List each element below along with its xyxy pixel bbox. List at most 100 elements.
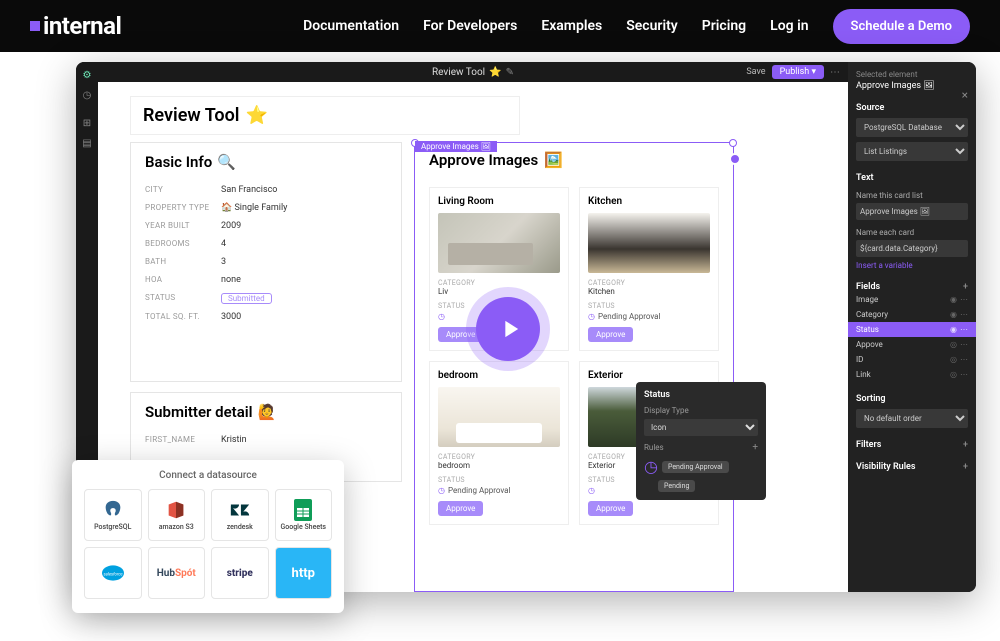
display-type-select[interactable]: Icon [644,419,758,436]
sorting-section-header: Sorting [856,394,968,404]
add-component-icon[interactable]: ⊞ [81,118,93,130]
nav-examples[interactable]: Examples [541,18,602,34]
publish-button[interactable]: Publish ▾ [772,65,824,79]
eye-icon: ◉ [950,310,957,319]
nav-security[interactable]: Security [626,18,678,34]
sorting-select[interactable]: No default order [856,409,968,428]
field-row-category[interactable]: Category◉⋯ [856,307,968,322]
field-row-link[interactable]: Link◎⋯ [856,367,968,382]
google-sheets-icon [292,499,314,521]
field-row-image[interactable]: Image◉⋯ [856,292,968,307]
brand-text: internal [43,12,121,40]
person-icon: 🙋 [258,403,277,421]
clock-icon: ◷ [644,457,658,476]
visibility-section-header: Visibility Rules [856,462,916,472]
basic-info-panel[interactable]: Basic Info 🔍 CITYSan Francisco PROPERTY … [130,142,402,382]
approve-button[interactable]: Approve [438,501,483,516]
source-section-header: Source [856,103,968,113]
close-icon[interactable]: × [962,88,968,102]
popover-title: Status [644,390,758,400]
card-image [588,213,710,273]
submitter-header: Submitter detail [145,403,253,421]
zendesk-icon [229,499,251,521]
image-icon: 🖼️ [544,151,563,169]
canvas-topbar: Review Tool ⭐ ✎ Save Publish ▾ ⋯ [98,62,848,82]
play-video-button[interactable] [476,297,540,361]
datasource-hubspot[interactable]: HubSpót [148,547,206,599]
star-icon: ⭐ [489,67,501,78]
brand-logo[interactable]: internal [30,12,121,40]
status-badge: Submitted [221,293,272,304]
add-field-icon[interactable]: + [963,282,968,292]
layout-icon[interactable]: ▤ [81,138,93,150]
schedule-demo-button[interactable]: Schedule a Demo [833,9,970,44]
panel-action-dot-icon[interactable] [729,153,741,165]
add-rule-icon[interactable]: + [752,442,758,453]
datasource-popover: Connect a datasource PostgreSQL amazon S… [72,460,344,613]
field-row-status[interactable]: Status◉⋯ [848,322,976,337]
basic-info-header: Basic Info [145,153,212,171]
eye-off-icon: ◎ [950,355,957,364]
datasource-googlesheets[interactable]: Google Sheets [275,489,333,541]
image-card[interactable]: Kitchen CATEGORY Kitchen STATUS ◷Pending… [579,187,719,351]
nav-menu: Documentation For Developers Examples Se… [303,9,970,44]
add-visibility-rule-icon[interactable]: + [963,462,968,472]
clock-icon: ◷ [588,312,595,321]
rule-chip[interactable]: Pending Approval [662,461,729,473]
field-row-approve[interactable]: Appove◎⋯ [856,337,968,352]
clock-icon: ◷ [438,312,445,321]
approve-button[interactable]: Approve [588,501,633,516]
more-icon[interactable]: ⋯ [830,67,840,78]
datasource-amazons3[interactable]: amazon S3 [148,489,206,541]
drag-icon: ⋯ [960,355,968,364]
page-title-block[interactable]: Review Tool ⭐ [130,96,520,135]
image-card[interactable]: bedroom CATEGORY bedroom STATUS ◷Pending… [429,361,569,525]
rule-chip[interactable]: Pending [658,480,695,492]
display-type-label: Display Type [644,406,758,415]
clock-icon: ◷ [438,486,445,495]
datasource-stripe[interactable]: stripe [211,547,269,599]
nav-documentation[interactable]: Documentation [303,18,399,34]
nav-pricing[interactable]: Pricing [702,18,746,34]
drag-icon: ⋯ [960,325,968,334]
rules-label: Rules [644,443,664,452]
name-list-input[interactable] [856,203,968,220]
gear-icon[interactable]: ⚙ [81,70,93,82]
nav-login[interactable]: Log in [770,18,808,34]
clock-icon[interactable]: ◷ [81,90,93,102]
editor-title: Review Tool [432,67,485,78]
drag-icon: ⋯ [960,295,968,304]
add-filter-icon[interactable]: + [963,440,968,450]
star-icon: ⭐ [245,105,267,126]
edit-title-icon[interactable]: ✎ [506,67,514,78]
approve-button[interactable]: Approve [588,327,633,342]
amazon-s3-icon [165,499,187,521]
insert-variable-link[interactable]: Insert a variable [856,261,968,270]
datasource-postgresql[interactable]: PostgreSQL [84,489,142,541]
fields-section-header: Fields [856,282,880,292]
status-config-popover: Status Display Type Icon Rules+ ◷Pending… [636,382,766,500]
play-icon [496,315,524,343]
datasource-http[interactable]: http [275,547,333,599]
nav-developers[interactable]: For Developers [423,18,517,34]
site-header: internal Documentation For Developers Ex… [0,0,1000,52]
card-image [438,387,560,447]
source-table-select[interactable]: List Listings [856,142,968,161]
page-title: Review Tool [143,105,239,126]
drag-icon: ⋯ [960,340,968,349]
drag-icon: ⋯ [960,310,968,319]
datasource-header: Connect a datasource [84,470,332,481]
approve-images-panel[interactable]: Approve Images 🖼 Approve Images 🖼️ Livin… [414,142,734,592]
datasource-salesforce[interactable]: salesforce [84,547,142,599]
selected-element-label: Selected element [856,70,968,79]
svg-text:salesforce: salesforce [103,573,123,578]
approve-header: Approve Images [429,151,538,169]
info-label: CITY [145,185,221,195]
name-card-input[interactable] [856,240,968,257]
datasource-zendesk[interactable]: zendesk [211,489,269,541]
source-db-select[interactable]: PostgreSQL Database [856,118,968,137]
field-row-id[interactable]: ID◎⋯ [856,352,968,367]
drag-icon: ⋯ [960,370,968,379]
inspector-panel: Selected element Approve Images 🖼 Source… [848,62,976,592]
save-button[interactable]: Save [746,67,765,77]
